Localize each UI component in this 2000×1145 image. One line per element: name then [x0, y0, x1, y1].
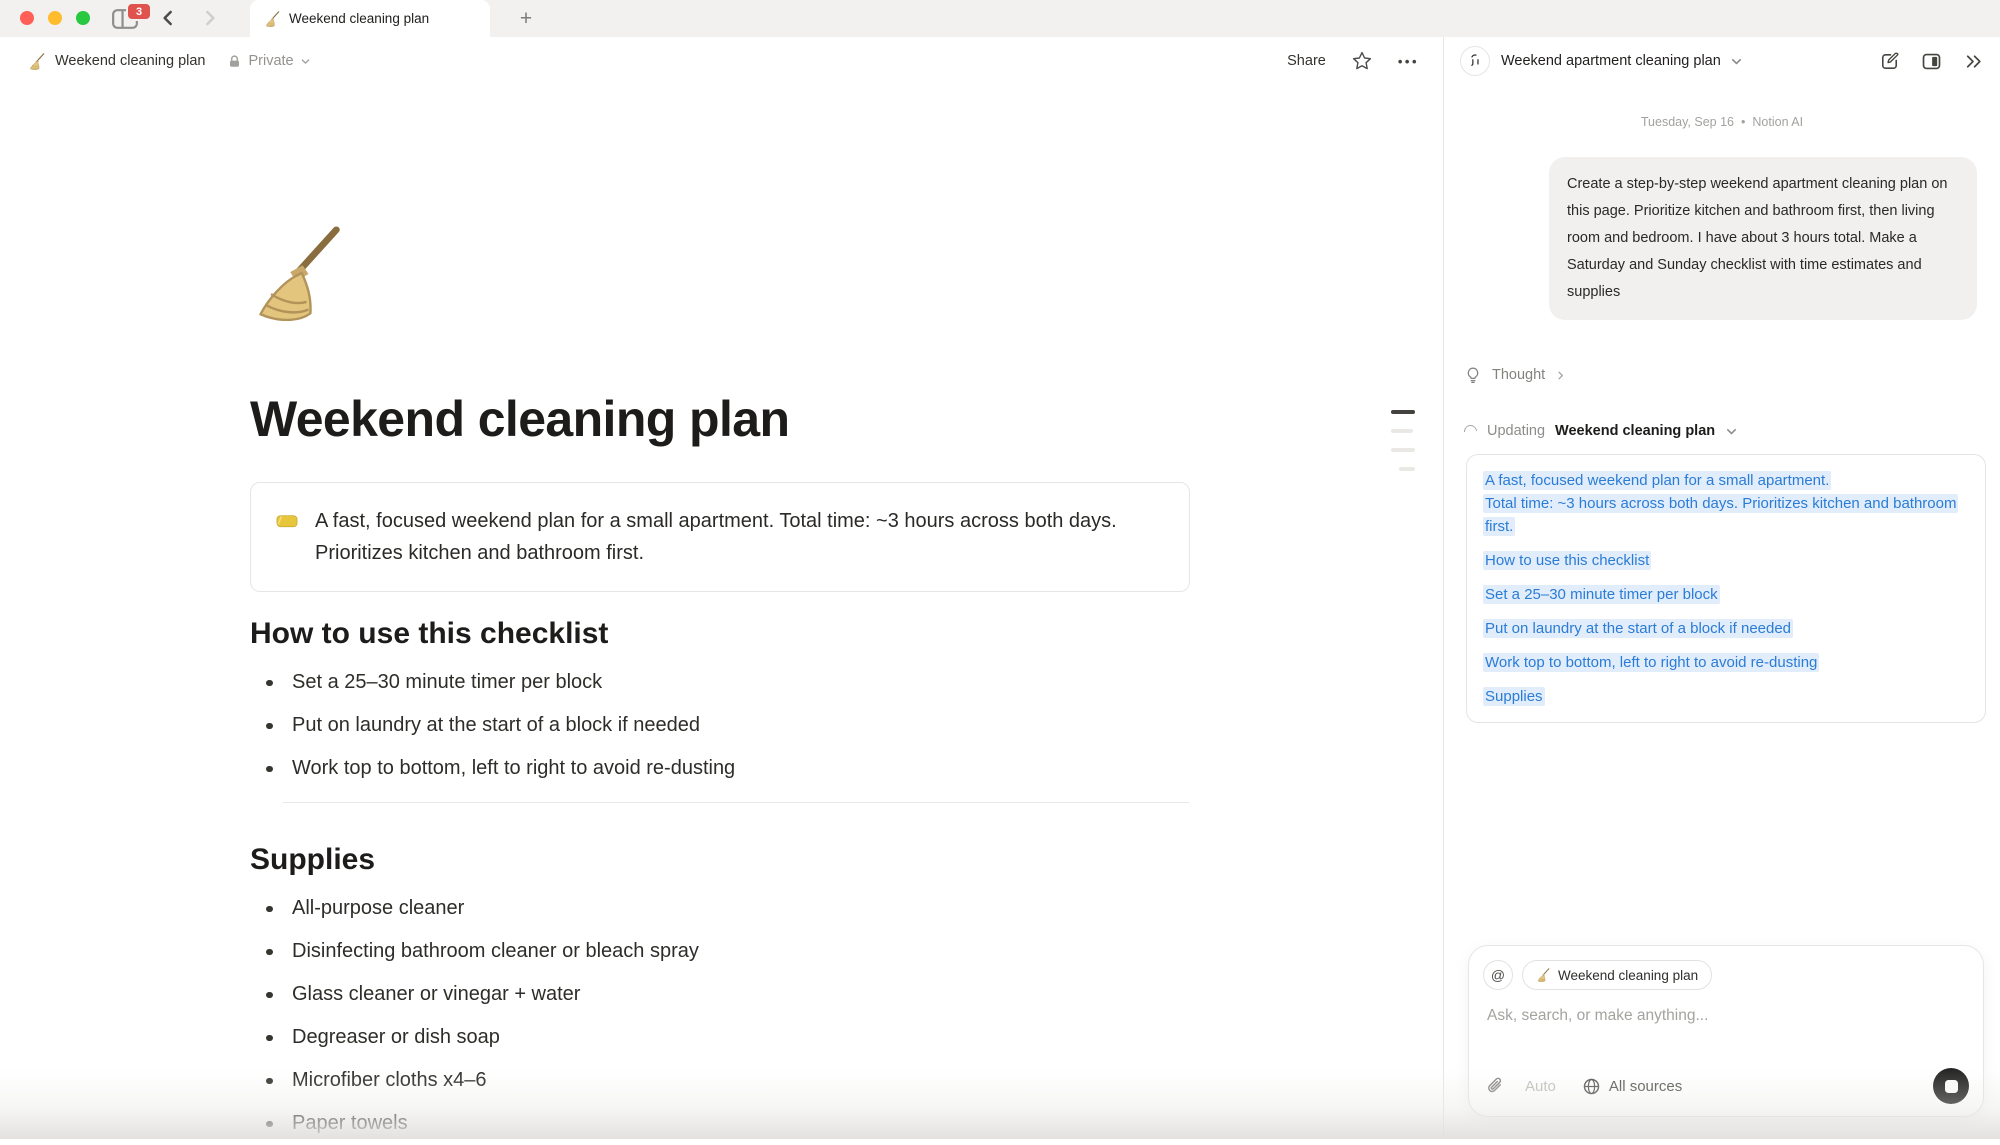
- sources-selector[interactable]: All sources: [1582, 1077, 1682, 1096]
- callout-text: A fast, focused weekend plan for a small…: [315, 505, 1165, 569]
- conversation-date-row: Tuesday, Sep 16 • Notion AI: [1444, 115, 2000, 129]
- mention-button[interactable]: @: [1483, 960, 1513, 990]
- loading-spinner-icon: [1461, 422, 1479, 440]
- agent-name: Notion AI: [1752, 115, 1803, 129]
- share-button[interactable]: Share: [1287, 53, 1326, 69]
- section-how-to-use: How to use this checklist Set a 25–30 mi…: [250, 615, 1190, 790]
- diff-line: Supplies: [1483, 685, 1969, 708]
- sponge-icon: [275, 509, 299, 533]
- page-icon-broom[interactable]: [248, 225, 344, 321]
- list-item[interactable]: Work top to bottom, left to right to avo…: [250, 747, 1190, 790]
- attachment-icon[interactable]: [1485, 1076, 1505, 1096]
- list-item[interactable]: Disinfecting bathroom cleaner or bleach …: [250, 930, 1190, 973]
- privacy-selector[interactable]: Private: [227, 53, 310, 69]
- section-supplies: Supplies All-purpose cleaner Disinfectin…: [250, 841, 1190, 1145]
- ai-composer: @ Weekend cleaning plan Ask, search, or …: [1468, 945, 1984, 1117]
- chevron-down-icon: [300, 56, 311, 67]
- context-page-chip[interactable]: Weekend cleaning plan: [1522, 960, 1712, 990]
- page-content: Weekend cleaning plan A fast, focused we…: [0, 85, 1443, 1139]
- panel-layout-icon[interactable]: [1921, 51, 1942, 72]
- favorite-star-icon[interactable]: [1352, 51, 1372, 71]
- list-item[interactable]: All-purpose cleaner: [250, 887, 1190, 930]
- list-item[interactable]: Degreaser or dish soap: [250, 1016, 1190, 1059]
- tab-title: Weekend cleaning plan: [289, 11, 429, 26]
- more-options-button[interactable]: •••: [1398, 54, 1419, 69]
- user-message-bubble: Create a step-by-step weekend apartment …: [1549, 157, 1977, 320]
- callout-block[interactable]: A fast, focused weekend plan for a small…: [250, 482, 1190, 592]
- list-item[interactable]: Put on laundry at the start of a block i…: [250, 704, 1190, 747]
- page-header: Weekend cleaning plan Private Share •••: [0, 37, 1443, 85]
- ai-thread-title[interactable]: Weekend apartment cleaning plan: [1501, 53, 1721, 69]
- updating-target-page: Weekend cleaning plan: [1555, 423, 1715, 439]
- stop-icon: [1945, 1080, 1958, 1093]
- new-chat-icon[interactable]: [1879, 51, 1900, 72]
- new-tab-button[interactable]: +: [508, 0, 544, 37]
- lightbulb-icon: [1464, 366, 1482, 384]
- page-title[interactable]: Weekend cleaning plan: [250, 388, 1190, 451]
- updating-label: Updating: [1487, 423, 1545, 439]
- diff-line: A fast, focused weekend plan for a small…: [1483, 469, 1969, 492]
- ai-edit-preview-card[interactable]: A fast, focused weekend plan for a small…: [1466, 454, 1986, 723]
- diff-line: Set a 25–30 minute timer per block: [1483, 583, 1969, 606]
- conversation-date: Tuesday, Sep 16: [1641, 115, 1734, 129]
- broom-icon: [28, 53, 45, 70]
- breadcrumb-page-title[interactable]: Weekend cleaning plan: [55, 53, 205, 69]
- model-mode-selector[interactable]: Auto: [1525, 1078, 1556, 1095]
- list-item[interactable]: Glass cleaner or vinegar + water: [250, 973, 1190, 1016]
- updating-status-row[interactable]: Updating Weekend cleaning plan: [1464, 423, 1738, 439]
- divider: [283, 802, 1189, 803]
- broom-icon: [264, 11, 280, 27]
- collapse-panel-icon[interactable]: [1963, 51, 1984, 72]
- broom-icon: [1536, 968, 1550, 982]
- diff-line: Total time: ~3 hours across both days. P…: [1483, 492, 1969, 538]
- thought-toggle[interactable]: Thought: [1464, 366, 1566, 384]
- privacy-label: Private: [248, 53, 293, 69]
- list-item[interactable]: Microfiber cloths x4–6: [250, 1059, 1190, 1102]
- window-titlebar: 3 Weekend cleaning plan +: [0, 0, 2000, 37]
- section-heading[interactable]: How to use this checklist: [250, 615, 1190, 653]
- diff-line: How to use this checklist: [1483, 549, 1969, 572]
- notification-badge: 3: [126, 2, 152, 21]
- stop-generating-button[interactable]: [1933, 1068, 1969, 1104]
- ai-writing-indicator: [1391, 410, 1421, 486]
- list-item[interactable]: Set a 25–30 minute timer per block: [250, 661, 1190, 704]
- back-button[interactable]: [158, 8, 178, 28]
- ai-panel-header: Weekend apartment cleaning plan: [1444, 37, 2000, 85]
- chevron-right-icon: [1555, 370, 1566, 381]
- forward-button[interactable]: [200, 8, 220, 28]
- lock-icon: [227, 54, 242, 69]
- dot-separator: •: [1741, 115, 1745, 129]
- minimize-window-button[interactable]: [48, 11, 62, 25]
- context-page-label: Weekend cleaning plan: [1558, 968, 1698, 983]
- chevron-down-icon: [1725, 425, 1738, 438]
- notion-ai-face-icon: [1460, 46, 1490, 76]
- notion-ai-panel: Weekend apartment cleaning plan Tuesday,…: [1443, 37, 2000, 1139]
- chevron-down-icon[interactable]: [1730, 55, 1743, 68]
- tab-weekend-cleaning-plan[interactable]: Weekend cleaning plan: [250, 0, 490, 37]
- diff-line: Work top to bottom, left to right to avo…: [1483, 651, 1969, 674]
- thought-label: Thought: [1492, 367, 1545, 383]
- globe-icon: [1582, 1077, 1601, 1096]
- zoom-window-button[interactable]: [76, 11, 90, 25]
- diff-line: Put on laundry at the start of a block i…: [1483, 617, 1969, 640]
- chat-input[interactable]: Ask, search, or make anything...: [1469, 990, 1983, 1025]
- section-heading[interactable]: Supplies: [250, 841, 1190, 879]
- sources-label: All sources: [1609, 1078, 1682, 1095]
- close-window-button[interactable]: [20, 11, 34, 25]
